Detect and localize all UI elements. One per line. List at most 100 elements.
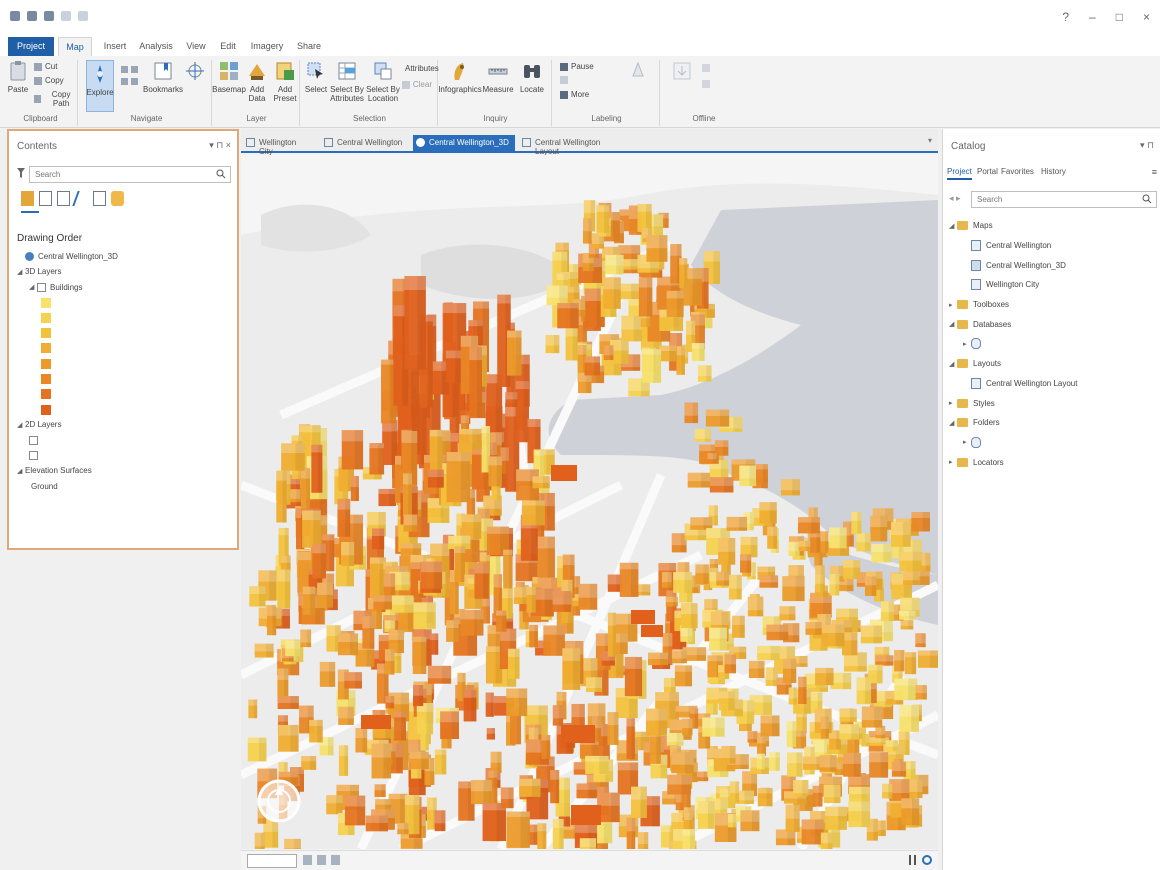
catalog-item[interactable]: ◢ Folders <box>943 413 1160 433</box>
expand-collapse-icon[interactable]: ▸ <box>949 399 957 407</box>
copy-path-button[interactable]: Copy Path <box>34 90 78 108</box>
visibility-checkbox[interactable] <box>29 435 38 445</box>
maximize-button[interactable]: □ <box>1116 10 1123 24</box>
toc-layer-item[interactable] <box>17 433 235 448</box>
expand-collapse-icon[interactable]: ◢ <box>949 360 957 368</box>
catalog-menu-icon[interactable]: ≡ <box>1152 167 1157 177</box>
catalog-item[interactable]: ▸ Styles <box>943 393 1160 413</box>
bookmarks-button[interactable]: Bookmarks <box>143 60 183 94</box>
tab-share[interactable]: Share <box>294 37 324 56</box>
scale-selector[interactable] <box>247 854 297 868</box>
toc-layer-item[interactable]: ◢ Elevation Surfaces <box>17 463 235 478</box>
expand-collapse-icon[interactable]: ◢ <box>949 222 957 230</box>
view-tabs-dropdown[interactable]: ▾ <box>928 136 932 145</box>
remove-offline-button[interactable] <box>702 80 742 88</box>
catalog-item[interactable]: ▸ <box>943 334 1160 354</box>
catalog-search-input[interactable] <box>972 192 1156 207</box>
expand-collapse-icon[interactable]: ◢ <box>17 268 25 276</box>
catalog-item[interactable]: Central Wellington <box>943 236 1160 256</box>
explore-button[interactable]: Explore <box>86 60 114 112</box>
expand-collapse-icon[interactable]: ◢ <box>17 467 25 475</box>
list-by-labeling-icon[interactable] <box>111 191 124 206</box>
view-tab-wellington-city[interactable]: Wellington City <box>243 135 315 156</box>
select-by-attributes-button[interactable]: Select By Attributes <box>330 60 364 103</box>
toc-layer-item[interactable]: ◢ 3D Layers <box>17 264 235 279</box>
toc-layer-item[interactable]: Ground <box>17 478 235 493</box>
expand-collapse-icon[interactable]: ◢ <box>17 421 25 429</box>
clear-selection-button[interactable]: Clear <box>402 80 432 89</box>
view-tab-central-wellington-3d[interactable]: Central Wellington_3D <box>413 135 515 151</box>
select-by-location-button[interactable]: Select By Location <box>366 60 400 103</box>
view-tab-central-wellington-layout[interactable]: Central Wellington Layout <box>519 135 629 156</box>
tab-insert[interactable]: Insert <box>100 37 130 56</box>
paste-button[interactable]: Paste <box>6 60 30 94</box>
open-project-icon[interactable] <box>27 11 37 21</box>
tab-edit[interactable]: Edit <box>216 37 240 56</box>
infographics-button[interactable]: Infographics <box>438 60 482 94</box>
sync-button[interactable] <box>702 64 742 72</box>
catalog-item[interactable]: ▸ Locators <box>943 452 1160 472</box>
pause-drawing-icon[interactable] <box>909 855 916 865</box>
catalog-item[interactable]: ▸ <box>943 433 1160 453</box>
contents-search-box[interactable] <box>29 166 231 183</box>
toc-layer-item[interactable]: ◢ Buildings <box>17 280 235 295</box>
catalog-item[interactable]: Central Wellington_3D <box>943 255 1160 275</box>
attributes-button[interactable]: Attributes <box>402 64 439 73</box>
catalog-item[interactable]: ◢ Databases <box>943 314 1160 334</box>
scene-3d-canvas[interactable] <box>241 155 938 849</box>
back-forward-icons[interactable]: ◂ ▸ <box>949 193 961 204</box>
undo-icon[interactable] <box>61 11 71 21</box>
expand-collapse-icon[interactable]: ▸ <box>963 340 971 348</box>
help-icon[interactable]: ? <box>1062 10 1069 24</box>
pane-controls[interactable]: ▾ ⊓ × <box>209 140 231 151</box>
catalog-tab-project[interactable]: Project <box>947 167 972 180</box>
filter-icon[interactable] <box>17 168 25 178</box>
table-icon[interactable] <box>331 855 340 865</box>
view-tab-central-wellington[interactable]: Central Wellington <box>321 135 407 151</box>
catalog-tab-history[interactable]: History <box>1041 167 1066 176</box>
catalog-item[interactable]: Central Wellington Layout <box>943 374 1160 394</box>
toc-layer-item[interactable] <box>17 448 235 463</box>
minimize-button[interactable]: – <box>1089 10 1096 24</box>
navigator-control[interactable] <box>257 779 301 823</box>
list-by-snapping-icon[interactable] <box>93 191 106 206</box>
close-button[interactable]: × <box>1143 10 1150 24</box>
view-unplaced-button[interactable] <box>560 76 604 84</box>
convert-to-annotation-button[interactable] <box>618 60 658 85</box>
basemap-button[interactable]: Basemap <box>212 60 246 94</box>
visibility-checkbox[interactable] <box>37 282 46 292</box>
list-by-source-icon[interactable] <box>39 191 52 206</box>
expand-collapse-icon[interactable]: ◢ <box>949 320 957 328</box>
contents-search-input[interactable] <box>30 167 230 182</box>
catalog-search-box[interactable] <box>971 191 1157 208</box>
list-by-editing-icon[interactable] <box>72 191 91 206</box>
save-icon[interactable] <box>44 11 54 21</box>
layer-icon[interactable] <box>303 855 312 865</box>
add-preset-button[interactable]: Add Preset <box>272 60 298 103</box>
tab-map[interactable]: Map <box>58 37 92 56</box>
tab-analysis[interactable]: Analysis <box>136 37 176 56</box>
toc-layer-item[interactable]: Central Wellington_3D <box>17 249 235 264</box>
list-by-selection-icon[interactable] <box>57 191 70 206</box>
catalog-tab-portal[interactable]: Portal <box>977 167 998 176</box>
expand-collapse-icon[interactable]: ▸ <box>949 458 957 466</box>
expand-collapse-icon[interactable]: ◢ <box>949 419 957 427</box>
grid-icon[interactable] <box>317 855 326 865</box>
tab-project[interactable]: Project <box>8 37 54 56</box>
select-button[interactable]: Select <box>304 60 328 94</box>
expand-collapse-icon[interactable]: ▸ <box>963 438 971 446</box>
catalog-item[interactable]: ◢ Layouts <box>943 354 1160 374</box>
more-labeling-button[interactable]: More <box>560 90 600 99</box>
catalog-item[interactable]: ◢ Maps <box>943 216 1160 236</box>
measure-button[interactable]: Measure <box>482 60 514 94</box>
catalog-tab-favorites[interactable]: Favorites <box>1001 167 1034 176</box>
visibility-checkbox[interactable] <box>29 451 38 460</box>
catalog-item[interactable]: ▸ Toolboxes <box>943 295 1160 315</box>
list-by-drawing-order-icon[interactable] <box>21 191 34 206</box>
refresh-icon[interactable] <box>922 855 932 865</box>
navigate-tools[interactable] <box>118 64 142 94</box>
catalog-item[interactable]: Wellington City <box>943 275 1160 295</box>
cut-button[interactable]: Cut <box>34 62 74 71</box>
locate-button[interactable]: Locate <box>516 60 548 94</box>
pane-controls[interactable]: ▾ ⊓ <box>1140 140 1154 151</box>
